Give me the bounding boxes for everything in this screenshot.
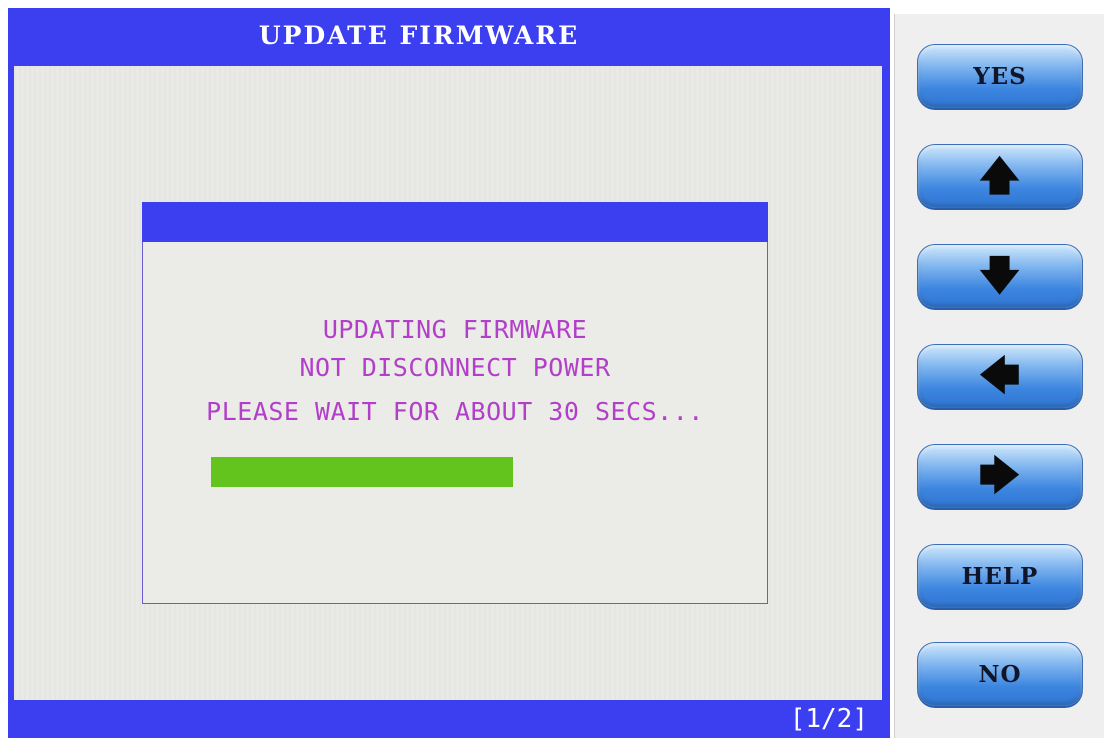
help-button[interactable]: HELP <box>917 544 1083 608</box>
left-arrow-icon: 🡄 <box>978 353 1022 399</box>
up-button[interactable]: 🡅 <box>917 144 1083 208</box>
side-button-panel: YES 🡅 🡇 🡄 🡆 HELP NO <box>894 14 1104 738</box>
right-arrow-icon: 🡆 <box>978 453 1022 499</box>
yes-button[interactable]: YES <box>917 44 1083 108</box>
yes-button-label: YES <box>973 62 1027 90</box>
dialog-status-line: UPDATING FIRMWARE <box>322 315 588 344</box>
no-button-label: NO <box>978 660 1022 688</box>
content-area: UPDATING FIRMWARE NOT DISCONNECT POWER P… <box>14 66 882 700</box>
progress-bar-fill <box>211 457 513 487</box>
help-button-label: HELP <box>961 562 1039 590</box>
dialog-warning-line: NOT DISCONNECT POWER <box>299 353 611 382</box>
dialog-header-bar <box>142 202 768 242</box>
right-button[interactable]: 🡆 <box>917 444 1083 508</box>
down-arrow-icon: 🡇 <box>978 253 1022 299</box>
footer-bar: [1/2] <box>8 700 890 738</box>
progress-bar <box>211 457 691 487</box>
left-button[interactable]: 🡄 <box>917 344 1083 408</box>
up-arrow-icon: 🡅 <box>978 153 1022 199</box>
no-button[interactable]: NO <box>917 642 1083 706</box>
device-screen: UPDATE FIRMWARE UPDATING FIRMWARE NOT DI… <box>0 0 1107 742</box>
main-panel: UPDATE FIRMWARE UPDATING FIRMWARE NOT DI… <box>8 8 890 738</box>
dialog-wait-line: PLEASE WAIT FOR ABOUT 30 SECS... <box>206 397 704 426</box>
progress-dialog: UPDATING FIRMWARE NOT DISCONNECT POWER P… <box>142 202 768 604</box>
page-title: UPDATE FIRMWARE <box>8 8 890 64</box>
page-indicator: [1/2] <box>789 704 868 734</box>
down-button[interactable]: 🡇 <box>917 244 1083 308</box>
